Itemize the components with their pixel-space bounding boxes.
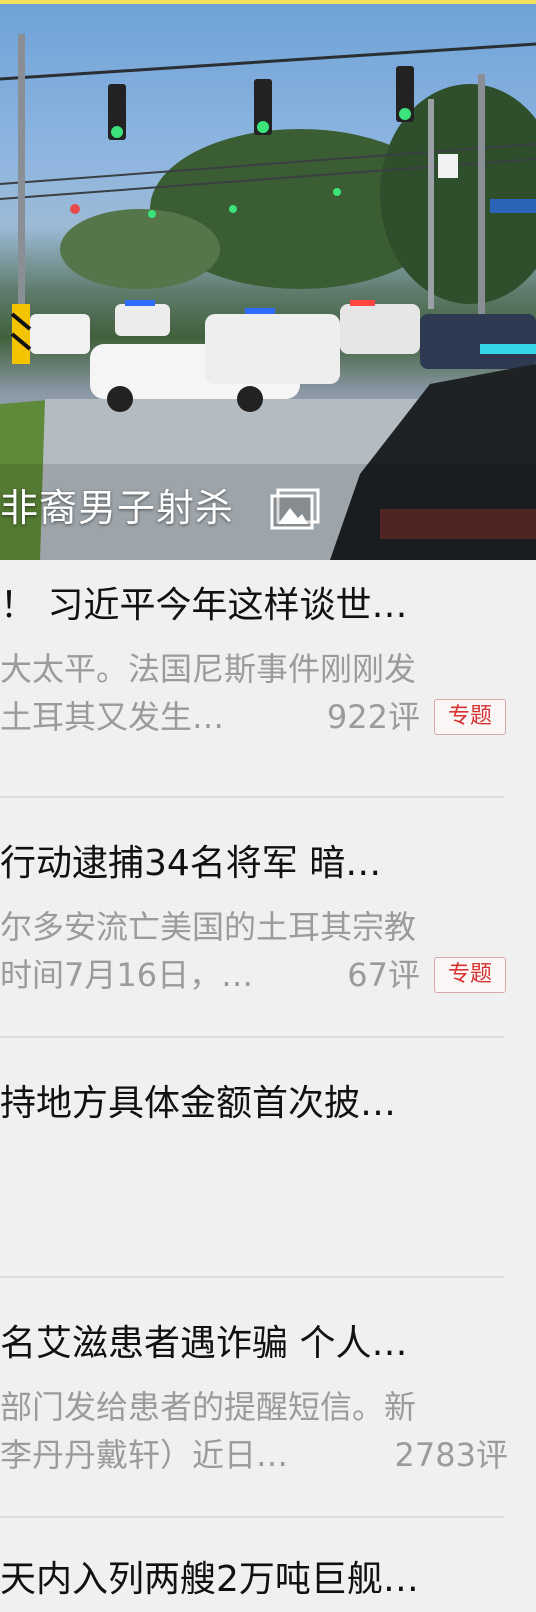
topic-badge: 专题 (434, 957, 506, 993)
comment-count: 2783评 (394, 1436, 508, 1474)
news-item[interactable]: 名艾滋患者遇诈骗 个人… 部门发给患者的提醒短信。新 李丹丹戴轩）近日… 278… (0, 1318, 536, 1518)
news-title: 名艾滋患者遇诈骗 个人… (0, 1323, 408, 1364)
news-item[interactable]: ！ 习近平今年这样谈世… 大太平。法国尼斯事件刚刚发 土耳其又发生… 922评 … (0, 580, 536, 780)
news-title: 行动逮捕34名将军 暗… (0, 843, 382, 884)
topic-badge: 专题 (434, 699, 506, 735)
comment-count: 67评 (347, 956, 420, 994)
news-summary: 尔多安流亡美国的土耳其宗教 (0, 908, 417, 946)
news-summary: 大太平。法国尼斯事件刚刚发 (0, 650, 417, 688)
hero-banner[interactable]: 非裔男子射杀 (0, 4, 536, 560)
hero-caption: 非裔男子射杀 (0, 486, 235, 530)
comment-count: 922评 (326, 698, 420, 736)
divider (0, 796, 504, 798)
news-summary: 李丹丹戴轩）近日… (0, 1436, 289, 1474)
divider (0, 1036, 504, 1038)
news-item[interactable]: 天内入列两艘2万吨巨舰… (0, 1554, 536, 1612)
news-item[interactable]: 行动逮捕34名将军 暗… 尔多安流亡美国的土耳其宗教 时间7月16日，… 67评… (0, 838, 536, 1038)
news-summary: 部门发给患者的提醒短信。新 (0, 1388, 417, 1426)
gallery-icon (270, 488, 322, 530)
news-summary: 土耳其又发生… (0, 698, 225, 736)
news-title: 持地方具体金额首次披… (0, 1083, 397, 1124)
hero-photo (0, 34, 536, 560)
news-summary: 时间7月16日，… (0, 956, 254, 994)
divider (0, 1516, 504, 1518)
news-item[interactable]: 持地方具体金额首次披… (0, 1078, 536, 1238)
news-title: 天内入列两艘2万吨巨舰… (0, 1559, 419, 1600)
divider (0, 1276, 504, 1278)
news-title: ！ 习近平今年这样谈世… (0, 585, 408, 626)
